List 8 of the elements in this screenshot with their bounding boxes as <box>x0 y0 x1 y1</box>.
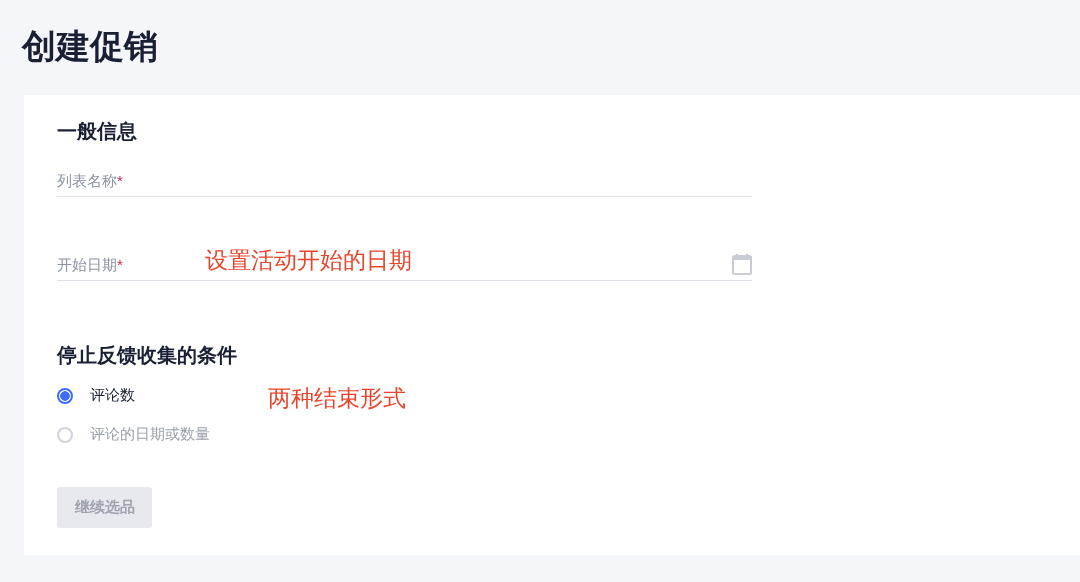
annotation-text: 设置活动开始的日期 <box>205 246 412 275</box>
calendar-icon <box>732 253 752 275</box>
section-heading: 停止反馈收集的条件 <box>57 343 238 368</box>
annotation-text: 两种结束形式 <box>268 384 406 413</box>
input-field[interactable]: 列表名称* <box>57 163 752 197</box>
radio-option[interactable]: 评论数 <box>57 383 135 408</box>
page-title: 创建促销 <box>20 26 159 67</box>
section-heading: 一般信息 <box>57 119 138 144</box>
